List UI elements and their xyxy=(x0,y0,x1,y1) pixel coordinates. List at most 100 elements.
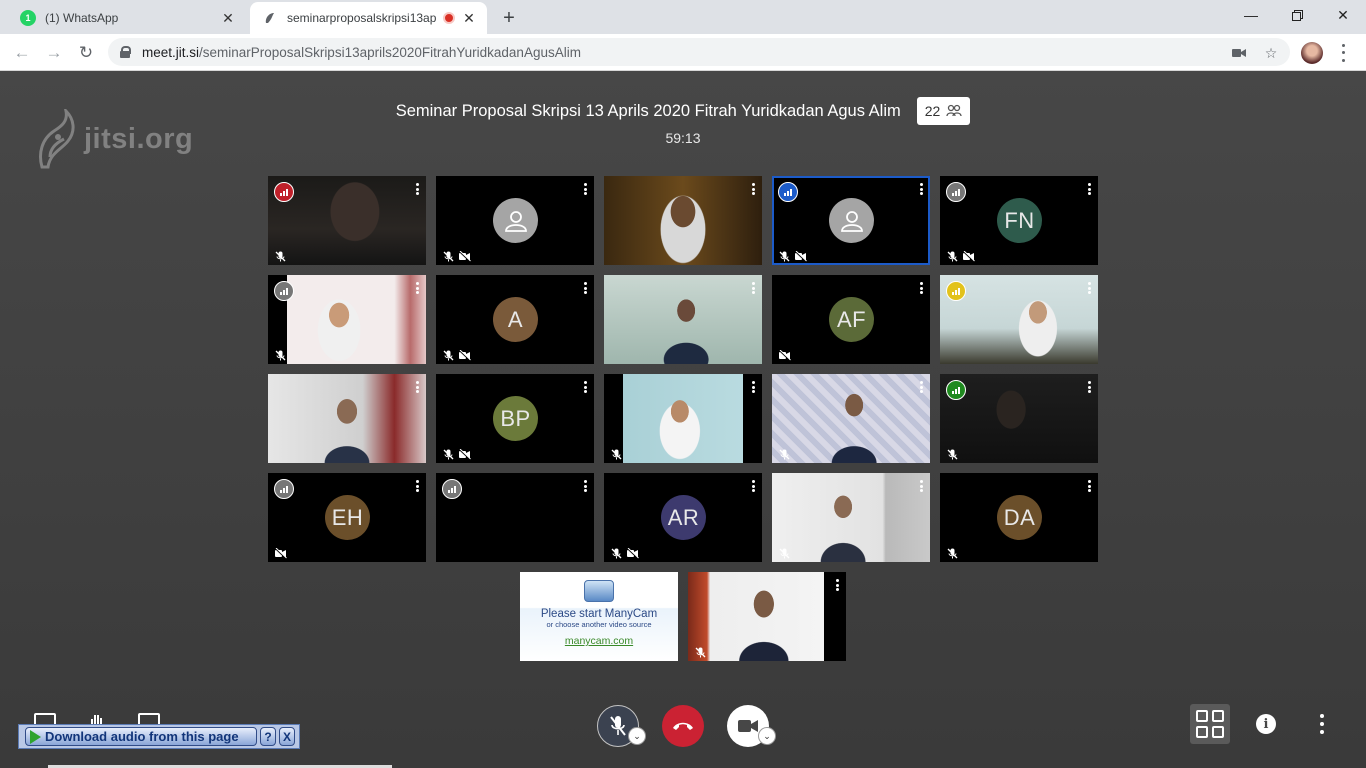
tile-menu-icon[interactable] xyxy=(416,282,419,294)
tile-menu-icon[interactable] xyxy=(584,480,587,492)
connection-indicator-icon[interactable] xyxy=(946,281,966,301)
participant-initials-avatar: AF xyxy=(829,297,874,342)
tile-menu-icon[interactable] xyxy=(752,183,755,195)
close-tab-icon[interactable]: ✕ xyxy=(220,10,236,26)
back-button[interactable]: ← xyxy=(10,41,34,65)
participant-tile[interactable]: DA xyxy=(940,473,1098,562)
participant-tile[interactable]: Please start ManyCam or choose another vi… xyxy=(520,572,678,661)
tile-menu-icon[interactable] xyxy=(1088,183,1091,195)
tile-menu-icon[interactable] xyxy=(920,480,923,492)
participant-tile[interactable] xyxy=(772,374,930,463)
tile-menu-icon[interactable] xyxy=(668,579,671,591)
participant-tile[interactable]: A xyxy=(436,275,594,364)
info-icon[interactable]: i xyxy=(1256,714,1276,734)
tile-menu-icon[interactable] xyxy=(584,183,587,195)
new-tab-button[interactable]: + xyxy=(498,7,520,29)
restore-button[interactable] xyxy=(1274,0,1320,30)
participant-tile[interactable]: AR xyxy=(604,473,762,562)
tile-menu-icon[interactable] xyxy=(416,183,419,195)
camera-permission-icon[interactable] xyxy=(1230,44,1248,62)
tab-jitsi[interactable]: seminarproposalskripsi13apr ✕ xyxy=(250,2,487,34)
tile-menu-icon[interactable] xyxy=(752,480,755,492)
tile-status-icons xyxy=(611,546,639,560)
participant-tile[interactable]: AF xyxy=(772,275,930,364)
tile-menu-icon[interactable] xyxy=(584,282,587,294)
participant-tile[interactable]: BP xyxy=(436,374,594,463)
participant-video xyxy=(604,374,762,463)
connection-indicator-icon[interactable] xyxy=(442,479,462,499)
tab-title: seminarproposalskripsi13apr xyxy=(287,11,437,25)
download-audio-button[interactable]: Download audio from this page xyxy=(25,727,257,746)
participant-initials-avatar: A xyxy=(493,297,538,342)
tile-view-button[interactable] xyxy=(1190,704,1230,744)
reload-button[interactable]: ↻ xyxy=(74,41,98,65)
help-button[interactable]: ? xyxy=(260,727,276,746)
participant-video xyxy=(772,374,930,463)
mic-muted-icon xyxy=(275,348,286,361)
profile-avatar[interactable] xyxy=(1301,42,1323,64)
participant-tile[interactable] xyxy=(436,176,594,265)
tile-menu-icon[interactable] xyxy=(584,381,587,393)
participant-tile[interactable] xyxy=(772,473,930,562)
play-icon xyxy=(30,729,41,744)
tile-menu-icon[interactable] xyxy=(752,282,755,294)
participant-video xyxy=(604,275,762,364)
tile-menu-icon[interactable] xyxy=(836,579,839,591)
camera-options-button[interactable]: ⌄ xyxy=(758,727,776,745)
participant-tile[interactable] xyxy=(772,176,930,265)
participant-tile[interactable] xyxy=(940,374,1098,463)
close-window-button[interactable]: ✕ xyxy=(1320,0,1366,30)
participant-tile[interactable] xyxy=(604,275,762,364)
url-path: /seminarProposalSkripsi13aprils2020Fitra… xyxy=(199,44,581,60)
close-bar-button[interactable]: X xyxy=(279,727,295,746)
close-tab-icon[interactable]: ✕ xyxy=(461,10,477,26)
tile-menu-icon[interactable] xyxy=(920,381,923,393)
tile-menu-icon[interactable] xyxy=(1088,282,1091,294)
tile-menu-icon[interactable] xyxy=(416,381,419,393)
connection-indicator-icon[interactable] xyxy=(946,182,966,202)
connection-indicator-icon[interactable] xyxy=(778,182,798,202)
tile-status-icons xyxy=(779,348,791,362)
participant-tile[interactable] xyxy=(268,374,426,463)
lock-icon xyxy=(120,46,131,58)
participant-count: 22 xyxy=(924,103,941,119)
tab-whatsapp[interactable]: 1 (1) WhatsApp ✕ xyxy=(8,2,246,34)
tile-menu-icon[interactable] xyxy=(416,480,419,492)
minimize-button[interactable]: — xyxy=(1228,0,1274,30)
participant-tile[interactable] xyxy=(604,374,762,463)
participant-tile[interactable] xyxy=(940,275,1098,364)
mic-muted-icon xyxy=(695,645,706,658)
more-options-icon[interactable] xyxy=(1319,714,1325,734)
meeting-timer: 59:13 xyxy=(665,130,701,146)
tile-menu-icon[interactable] xyxy=(1088,381,1091,393)
participant-tile[interactable]: EH xyxy=(268,473,426,562)
participant-tile[interactable] xyxy=(268,275,426,364)
forward-button[interactable]: → xyxy=(42,41,66,65)
tile-menu-icon[interactable] xyxy=(920,282,923,294)
participant-tile[interactable] xyxy=(688,572,846,661)
mic-options-button[interactable]: ⌄ xyxy=(628,727,646,745)
tile-menu-icon[interactable] xyxy=(752,381,755,393)
participant-tile[interactable] xyxy=(604,176,762,265)
mic-muted-icon xyxy=(947,546,958,559)
participant-tile[interactable] xyxy=(436,473,594,562)
participant-tile[interactable]: FN xyxy=(940,176,1098,265)
connection-indicator-icon[interactable] xyxy=(274,479,294,499)
mic-muted-icon xyxy=(443,249,454,262)
bookmark-star-icon[interactable]: ☆ xyxy=(1262,44,1280,62)
mic-muted-icon xyxy=(947,447,958,460)
participant-initials-avatar: BP xyxy=(493,396,538,441)
connection-indicator-icon[interactable] xyxy=(274,182,294,202)
tile-menu-icon[interactable] xyxy=(920,183,923,195)
camera-off-icon xyxy=(963,249,975,263)
connection-indicator-icon[interactable] xyxy=(274,281,294,301)
manycam-link[interactable]: manycam.com xyxy=(520,635,678,647)
tile-menu-icon[interactable] xyxy=(1088,480,1091,492)
hangup-button[interactable] xyxy=(662,705,704,747)
participant-count-badge[interactable]: 22 xyxy=(916,97,971,125)
connection-indicator-icon[interactable] xyxy=(946,380,966,400)
camera-off-icon xyxy=(275,546,287,560)
participant-tile[interactable] xyxy=(268,176,426,265)
browser-menu-icon[interactable] xyxy=(1338,42,1348,64)
address-bar[interactable]: meet.jit.si/seminarProposalSkripsi13apri… xyxy=(108,38,1290,66)
